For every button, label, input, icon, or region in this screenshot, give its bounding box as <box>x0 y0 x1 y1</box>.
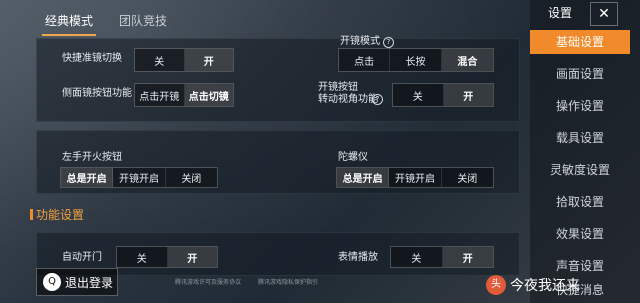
side-scope-label: 侧面镜按钮功能 <box>62 88 132 99</box>
help-icon[interactable]: ? <box>383 37 394 48</box>
scope-rotate-toggle: 关 开 <box>392 83 494 107</box>
sidebar-item-basic[interactable]: 基础设置 <box>530 30 630 54</box>
fire-mode-label: 开镜模式? <box>340 36 394 48</box>
emote-on[interactable]: 开 <box>442 247 493 267</box>
sidebar-item-controls[interactable]: 操作设置 <box>530 94 630 118</box>
side-scope-toggle: 点击开镜 点击切镜 <box>134 83 234 107</box>
left-fire-off[interactable]: 关闭 <box>166 168 217 187</box>
scope-rotate-label-text: 开镜按钮 转动视角功能 <box>318 82 378 105</box>
close-button[interactable]: ✕ <box>590 2 618 26</box>
gyro-off[interactable]: 关闭 <box>442 168 493 187</box>
sidebar-item-graphics[interactable]: 画面设置 <box>530 62 630 86</box>
fire-mode-label-text: 开镜模式 <box>340 36 380 47</box>
help-icon[interactable]: ? <box>372 94 383 105</box>
fire-mode-toggle: 点击 长按 混合 <box>338 48 494 72</box>
quick-scope-on[interactable]: 开 <box>184 49 233 71</box>
auto-door-label: 自动开门 <box>62 252 102 263</box>
logout-button[interactable]: Q 退出登录 <box>36 268 118 296</box>
watermark: 头 今夜我还来 <box>486 275 580 295</box>
gyro-label: 陀螺仪 <box>338 152 368 163</box>
gyro-toggle: 总是开启 开镜开启 关闭 <box>336 167 494 188</box>
scope-rotate-on[interactable]: 开 <box>443 84 493 106</box>
emote-toggle: 关 开 <box>390 246 494 268</box>
scope-rotate-off[interactable]: 关 <box>393 84 444 106</box>
toutiao-logo-icon: 头 <box>486 275 506 295</box>
emote-off[interactable]: 关 <box>391 247 443 267</box>
auto-door-off[interactable]: 关 <box>117 247 168 267</box>
fire-mode-mixed[interactable]: 混合 <box>441 49 494 71</box>
gyro-always[interactable]: 总是开启 <box>337 168 390 187</box>
footer-note[interactable]: 腾讯游戏隐私保护指引 <box>258 279 318 287</box>
fire-mode-tap[interactable]: 点击 <box>339 49 391 71</box>
side-scope-open[interactable]: 点击开镜 <box>135 84 185 106</box>
auto-door-on[interactable]: 开 <box>167 247 217 267</box>
settings-screen: 经典模式 团队竞技 快捷准镜切换 关 开 侧面镜按钮功能 点击开镜 点击切镜 开… <box>0 0 640 303</box>
settings-title: 设置 <box>548 6 573 20</box>
scope-rotate-label: 开镜按钮 转动视角功能 <box>318 82 378 106</box>
sidebar-item-pickup[interactable]: 拾取设置 <box>530 190 630 214</box>
gyro-scoped[interactable]: 开镜开启 <box>389 168 442 187</box>
sidebar-item-vehicle[interactable]: 载具设置 <box>530 126 630 150</box>
left-fire-toggle: 总是开启 开镜开启 关闭 <box>60 167 218 188</box>
tab-team[interactable]: 团队竞技 <box>108 8 178 34</box>
auto-door-toggle: 关 开 <box>116 246 218 268</box>
quick-scope-off[interactable]: 关 <box>135 49 185 71</box>
quick-scope-toggle: 关 开 <box>134 48 234 72</box>
watermark-text: 今夜我还来 <box>510 278 580 294</box>
left-fire-label: 左手开火按钮 <box>62 152 122 163</box>
quick-scope-label: 快捷准镜切换 <box>62 53 122 64</box>
emote-label: 表情播放 <box>338 252 378 263</box>
tab-classic[interactable]: 经典模式 <box>34 8 104 36</box>
left-fire-scoped[interactable]: 开镜开启 <box>113 168 166 187</box>
side-scope-switch[interactable]: 点击切镜 <box>184 84 233 106</box>
fire-mode-hold[interactable]: 长按 <box>390 49 442 71</box>
sidebar-item-sensitivity[interactable]: 灵敏度设置 <box>530 158 630 182</box>
mode-tabs: 经典模式 团队竞技 <box>34 8 534 36</box>
function-settings-heading: 功能设置 <box>29 208 85 222</box>
sidebar-item-effects[interactable]: 效果设置 <box>530 222 630 246</box>
qq-icon: Q <box>43 273 61 291</box>
left-fire-always[interactable]: 总是开启 <box>61 168 114 187</box>
logout-label: 退出登录 <box>65 275 114 290</box>
footer-note[interactable]: 腾讯游戏许可及服务协议 <box>175 279 241 287</box>
